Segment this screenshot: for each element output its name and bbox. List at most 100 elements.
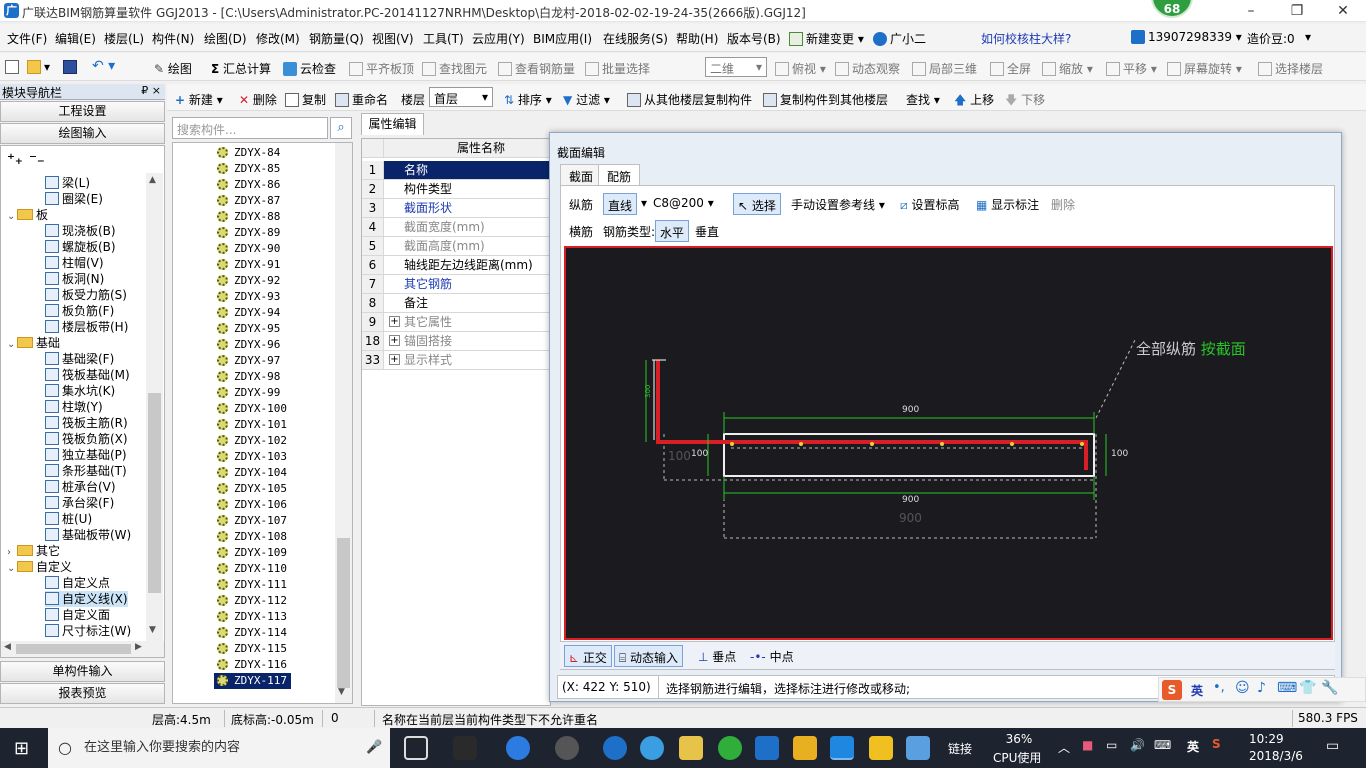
- rebar-spec-select[interactable]: C8@200 ▾: [649, 193, 718, 215]
- tab-section[interactable]: 截面: [560, 164, 603, 186]
- delete-component-button[interactable]: ✕ 删除: [239, 91, 277, 108]
- component-list-item[interactable]: ZDYX-89: [217, 225, 280, 241]
- expand-all-icon[interactable]: ⁺₊: [7, 150, 23, 168]
- tree-item[interactable]: 承台梁(F): [45, 495, 114, 511]
- tree-item[interactable]: 独立基础(P): [45, 447, 127, 463]
- perpendicular-snap[interactable]: ⊥ 垂点: [694, 645, 740, 667]
- ring-app-icon[interactable]: [555, 736, 579, 760]
- edge-blue-icon[interactable]: [603, 736, 627, 760]
- copy-component-button[interactable]: 复制: [285, 91, 326, 108]
- dim-left-label[interactable]: 100: [691, 449, 708, 459]
- close-button[interactable]: ✕: [1320, 0, 1366, 22]
- tree-hscrollbar[interactable]: ◀ ▶: [1, 641, 164, 657]
- menu-component[interactable]: 构件(N): [152, 30, 194, 47]
- tree-item[interactable]: 梁(L): [45, 175, 90, 191]
- property-row[interactable]: 18 + 锚固搭接: [362, 332, 550, 351]
- dynamic-input-button[interactable]: ⌸ 动态输入: [614, 645, 684, 667]
- collapse-chevron-icon[interactable]: ⌄: [7, 209, 17, 225]
- tree-item[interactable]: 板受力筋(S): [45, 287, 127, 303]
- task-view-icon[interactable]: [404, 736, 428, 760]
- ime-lang[interactable]: 英: [1191, 682, 1203, 699]
- fullscreen-button[interactable]: 全屏: [990, 60, 1031, 77]
- delete-rebar-button[interactable]: 删除: [1047, 193, 1079, 215]
- component-list-item[interactable]: ZDYX-111: [217, 577, 287, 593]
- new-file-icon[interactable]: [5, 60, 22, 74]
- menu-draw[interactable]: 绘图(D): [204, 30, 247, 47]
- tree-item[interactable]: 基础板带(W): [45, 527, 131, 543]
- view-rebar-button[interactable]: 查看钢筋量: [498, 60, 575, 77]
- save-icon[interactable]: [63, 60, 80, 74]
- tree-item[interactable]: 柱帽(V): [45, 255, 104, 271]
- tree-item[interactable]: 螺旋板(B): [45, 239, 116, 255]
- tree-item[interactable]: 基础梁(F): [45, 351, 114, 367]
- mic-taskbar-icon[interactable]: 🎤: [366, 728, 382, 768]
- component-list-item[interactable]: ZDYX-91: [217, 257, 280, 273]
- dim-right-label[interactable]: 100: [1111, 449, 1128, 459]
- tree-scroll-thumb[interactable]: [148, 393, 161, 593]
- pan-button[interactable]: 平移 ▾: [1106, 60, 1157, 77]
- component-list-item[interactable]: ZDYX-101: [217, 417, 287, 433]
- report-preview-button[interactable]: 报表预览: [0, 683, 165, 704]
- project-settings-button[interactable]: 工程设置: [0, 101, 165, 122]
- tree-item[interactable]: 板洞(N): [45, 271, 104, 287]
- component-list-item[interactable]: ZDYX-99: [217, 385, 280, 401]
- rebar-annotation[interactable]: 全部纵筋 按截面: [1136, 338, 1246, 359]
- keyboard-icon[interactable]: ⌨: [1277, 680, 1297, 696]
- menu-tools[interactable]: 工具(T): [423, 30, 464, 47]
- component-list-item[interactable]: ZDYX-106: [217, 497, 287, 513]
- pin-close-icon[interactable]: ₽ ×: [141, 84, 161, 97]
- tree-scrollbar[interactable]: ▲ ▼: [146, 173, 163, 641]
- component-list-item[interactable]: ZDYX-107: [217, 513, 287, 529]
- midpoint-snap[interactable]: -•- 中点: [746, 645, 798, 667]
- sogou-tray-icon[interactable]: S: [1212, 737, 1221, 751]
- find-element-button[interactable]: 查找图元: [422, 60, 487, 77]
- tree-item[interactable]: ⌄ 自定义: [7, 559, 72, 575]
- filter-button[interactable]: ▼ 过滤 ▾: [563, 91, 610, 108]
- menu-edit[interactable]: 编辑(E): [55, 30, 96, 47]
- show-mark-button[interactable]: ▦ 显示标注: [972, 193, 1043, 215]
- g-app-icon[interactable]: [755, 736, 779, 760]
- glodon-app-icon[interactable]: [830, 736, 854, 760]
- new-component-button[interactable]: + 新建 ▾: [175, 91, 223, 108]
- expand-plus-icon[interactable]: +: [389, 354, 400, 365]
- property-edit-tab[interactable]: 属性编辑: [361, 113, 424, 135]
- component-search-input[interactable]: 搜索构件...: [172, 117, 328, 139]
- component-list-item[interactable]: ZDYX-117: [214, 673, 291, 689]
- keyboard-tray-icon[interactable]: ⌨: [1154, 738, 1171, 752]
- section-canvas[interactable]: 全部纵筋 按截面 900 900 900 100 100 100 300: [564, 246, 1333, 640]
- component-list-item[interactable]: ZDYX-90: [217, 241, 280, 257]
- tree-item[interactable]: 桩(U): [45, 511, 92, 527]
- file-explorer-icon[interactable]: [679, 736, 703, 760]
- menu-assistant[interactable]: 广小二: [873, 30, 926, 47]
- minimize-button[interactable]: –: [1228, 0, 1274, 22]
- tree-item[interactable]: 自定义面: [45, 607, 110, 623]
- tree-item[interactable]: 现浇板(B): [45, 223, 116, 239]
- collapse-chevron-icon[interactable]: ⌄: [7, 337, 17, 353]
- dim-vert-label[interactable]: 300: [644, 385, 652, 398]
- tray-app-icon[interactable]: ■: [1082, 738, 1093, 752]
- set-elevation-button[interactable]: ⧄ 设置标高: [896, 193, 963, 215]
- component-list-item[interactable]: ZDYX-93: [217, 289, 280, 305]
- tree-item[interactable]: › 其它: [7, 543, 60, 559]
- menu-online[interactable]: 在线服务(S): [603, 30, 668, 47]
- property-row[interactable]: 9 + 其它属性: [362, 313, 550, 332]
- line-mode-button[interactable]: 直线: [603, 193, 638, 215]
- property-row[interactable]: 2 构件类型: [362, 180, 550, 199]
- move-down-button[interactable]: 🡇 下移: [1005, 91, 1045, 112]
- zoom-button[interactable]: 缩放 ▾: [1042, 60, 1093, 77]
- manual-ref-line-button[interactable]: 手动设置参考线 ▾: [787, 193, 889, 215]
- tree-item[interactable]: 尺寸标注(W): [45, 623, 131, 639]
- tree-item[interactable]: ⌄ 板: [7, 207, 48, 223]
- expand-plus-icon[interactable]: +: [389, 335, 400, 346]
- menu-version[interactable]: 版本号(B): [727, 30, 781, 47]
- property-row[interactable]: 3 截面形状: [362, 199, 550, 218]
- property-row[interactable]: 5 截面高度(mm): [362, 237, 550, 256]
- component-list-item[interactable]: ZDYX-102: [217, 433, 287, 449]
- search-icon[interactable]: ⌕: [330, 117, 352, 139]
- skin-icon[interactable]: 👕: [1299, 680, 1316, 696]
- link-tray[interactable]: 链接: [948, 740, 972, 757]
- tree-item[interactable]: 楼层板带(H): [45, 319, 128, 335]
- clock-date[interactable]: 2018/3/6: [1249, 749, 1303, 763]
- help-link[interactable]: 如何校核柱大样?: [981, 30, 1071, 47]
- tray-expand-icon[interactable]: ︿: [1058, 739, 1070, 756]
